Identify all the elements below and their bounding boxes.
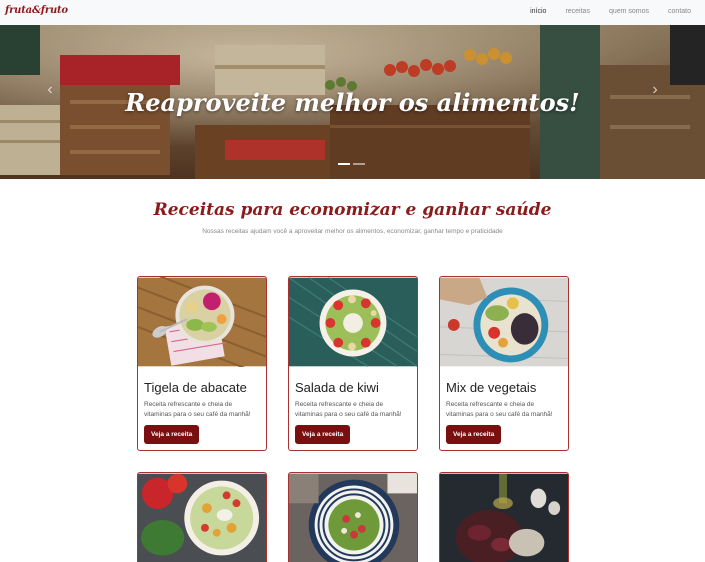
- see-recipe-button[interactable]: Veja a receita: [144, 425, 200, 444]
- section-subtitle: Nossas receitas ajudam você a aproveitar…: [202, 228, 503, 235]
- recipe-card: [137, 472, 267, 562]
- vegetable-mix-image: [440, 277, 568, 367]
- section-title: Receitas para economizar e ganhar saúde: [153, 200, 552, 220]
- see-recipe-button[interactable]: Veja a receita: [295, 425, 351, 444]
- carousel-indicators: [338, 163, 365, 165]
- kiwi-salad-image: [289, 277, 417, 367]
- see-recipe-button[interactable]: Veja a receita: [446, 425, 502, 444]
- recipe-card: Tigela de abacate Receita refrescante e …: [137, 276, 267, 451]
- recipe-card: [288, 472, 418, 562]
- nav-link-receitas[interactable]: receitas: [565, 8, 590, 15]
- card-title: Mix de vegetais: [446, 380, 537, 395]
- hero-title: Reaproveite melhor os alimentos!: [125, 88, 580, 117]
- nav-link-contato[interactable]: contato: [668, 8, 691, 15]
- navbar: fruta&fruto início receitas quem somos c…: [0, 0, 705, 25]
- hero-carousel: ‹ › Reaproveite melhor os alimentos!: [0, 25, 705, 179]
- card-title: Salada de kiwi: [295, 380, 379, 395]
- card-text: Receita refrescante e cheia de vitaminas…: [144, 401, 251, 418]
- salad-bowl-image: [289, 473, 417, 562]
- recipe-card: [439, 472, 569, 562]
- nav-link-inicio[interactable]: início: [530, 8, 546, 15]
- nav-link-quem-somos[interactable]: quem somos: [609, 8, 649, 15]
- vegetable-platter-image: [138, 473, 266, 562]
- brand-logo[interactable]: fruta&fruto: [5, 5, 68, 16]
- roasted-vegetables-image: [440, 473, 568, 562]
- card-text: Receita refrescante e cheia de vitaminas…: [295, 401, 402, 418]
- avocado-bowl-image: [138, 277, 266, 378]
- card-text: Receita refrescante e cheia de vitaminas…: [446, 401, 553, 418]
- nav-links: início receitas quem somos contato: [511, 8, 691, 15]
- carousel-indicator[interactable]: [338, 163, 350, 165]
- recipe-card: Mix de vegetais Receita refrescante e ch…: [439, 276, 569, 451]
- recipe-card: Salada de kiwi Receita refrescante e che…: [288, 276, 418, 451]
- carousel-indicator[interactable]: [353, 163, 365, 165]
- card-title: Tigela de abacate: [144, 380, 247, 395]
